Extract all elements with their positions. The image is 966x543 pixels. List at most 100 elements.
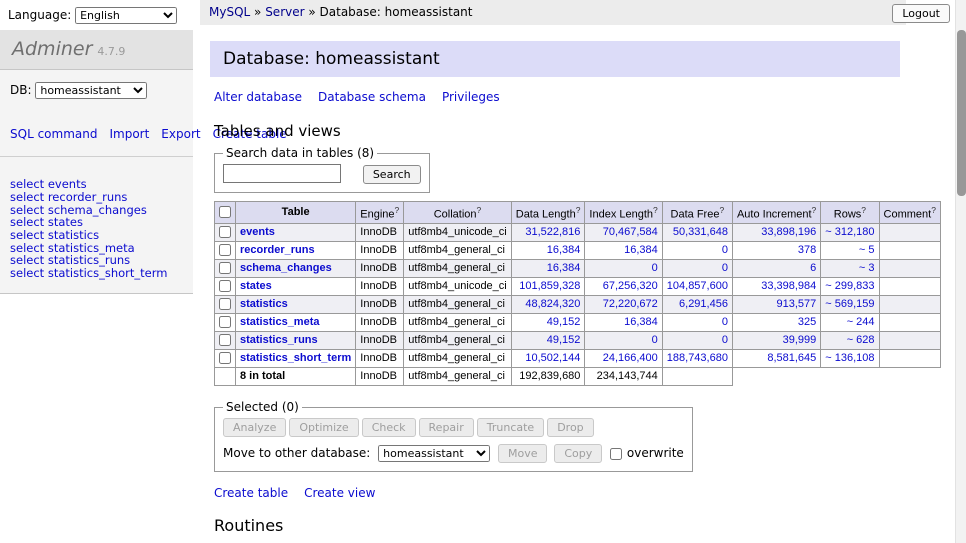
bottom-link-create-view[interactable]: Create view [304, 486, 375, 500]
data-free-link[interactable]: 104,857,600 [667, 280, 728, 292]
auto-increment-link[interactable]: 378 [798, 244, 816, 256]
copy-button[interactable]: Copy [554, 444, 602, 463]
auto-increment-link[interactable]: 6 [810, 262, 816, 274]
check-button[interactable]: Check [362, 418, 416, 437]
move-button[interactable]: Move [498, 444, 548, 463]
rows-cell: ~ 5 [821, 242, 879, 260]
overwrite-checkbox[interactable] [610, 448, 622, 460]
row-checkbox-events[interactable] [219, 226, 231, 238]
data-length-link[interactable]: 48,824,320 [525, 298, 580, 310]
data-free-link[interactable]: 6,291,456 [679, 298, 728, 310]
row-checkbox-statistics[interactable] [219, 298, 231, 310]
column-help-link[interactable]: ? [931, 205, 936, 215]
rows-link[interactable]: ~ 628 [847, 334, 875, 346]
table-name-link-recorder-runs[interactable]: recorder_runs [240, 244, 315, 256]
column-help-link[interactable]: ? [861, 205, 866, 215]
table-name-link-statistics-short-term[interactable]: statistics_short_term [240, 352, 351, 364]
index-length-link[interactable]: 67,256,320 [603, 280, 658, 292]
check-all-checkbox[interactable] [219, 206, 231, 218]
row-checkbox-states[interactable] [219, 280, 231, 292]
table-name-link-statistics[interactable]: statistics [240, 298, 288, 310]
row-checkbox-statistics-short-term[interactable] [219, 352, 231, 364]
scrollbar-thumb[interactable] [957, 30, 966, 196]
rows-link[interactable]: ~ 312,180 [825, 226, 874, 238]
auto-increment-link[interactable]: 913,577 [777, 298, 817, 310]
rows-link[interactable]: ~ 136,108 [825, 352, 874, 364]
search-button[interactable]: Search [363, 165, 421, 184]
index-length-link[interactable]: 70,467,584 [603, 226, 658, 238]
data-length-link[interactable]: 49,152 [547, 316, 581, 328]
repair-button[interactable]: Repair [419, 418, 474, 437]
optimize-button[interactable]: Optimize [289, 418, 358, 437]
language-select[interactable]: English [75, 7, 177, 24]
column-help-link[interactable]: ? [576, 205, 581, 215]
data-free-link[interactable]: 188,743,680 [667, 352, 728, 364]
data-length-link[interactable]: 10,502,144 [525, 352, 580, 364]
index-length-link[interactable]: 16,384 [624, 316, 658, 328]
sidebar-table-select-statistics[interactable]: select statistics [10, 229, 183, 242]
index-length-link[interactable]: 16,384 [624, 244, 658, 256]
table-name-link-statistics-runs[interactable]: statistics_runs [240, 334, 318, 346]
column-help-link[interactable]: ? [477, 205, 482, 215]
column-help-link[interactable]: ? [653, 205, 658, 215]
bottom-link-create-table[interactable]: Create table [214, 486, 288, 500]
rows-link[interactable]: ~ 5 [859, 244, 875, 256]
rows-link[interactable]: ~ 569,159 [825, 298, 874, 310]
breadcrumb-link-mysql[interactable]: MySQL [209, 5, 250, 19]
column-help-link[interactable]: ? [719, 205, 724, 215]
index-length-link[interactable]: 0 [652, 334, 658, 346]
data-length-link[interactable]: 31,522,816 [525, 226, 580, 238]
auto-increment-link[interactable]: 325 [798, 316, 816, 328]
index-length-link[interactable]: 24,166,400 [603, 352, 658, 364]
data-length-link[interactable]: 49,152 [547, 334, 581, 346]
check-all-cell [215, 201, 236, 224]
column-help-link[interactable]: ? [812, 205, 817, 215]
sidebar-action-export[interactable]: Export [161, 127, 200, 141]
sidebar-table-select-recorder-runs[interactable]: select recorder_runs [10, 191, 183, 204]
data-length-link[interactable]: 16,384 [547, 262, 581, 274]
data-free-link[interactable]: 50,331,648 [673, 226, 728, 238]
index-length-link[interactable]: 72,220,672 [603, 298, 658, 310]
column-help-link[interactable]: ? [395, 205, 400, 215]
data-free-link[interactable]: 0 [722, 262, 728, 274]
sidebar-table-list: select eventsselect recorder_runsselect … [0, 169, 193, 293]
search-input[interactable] [223, 164, 341, 183]
nav-link-alter-database[interactable]: Alter database [214, 90, 302, 104]
rows-link[interactable]: ~ 299,833 [825, 280, 874, 292]
sidebar-table-select-events[interactable]: select events [10, 178, 183, 191]
breadcrumb-link-server[interactable]: Server [265, 5, 304, 19]
table-name-link-statistics-meta[interactable]: statistics_meta [240, 316, 320, 328]
move-db-select[interactable]: homeassistant [378, 445, 490, 462]
table-name-link-states[interactable]: states [240, 280, 272, 292]
sidebar-action-sql-command[interactable]: SQL command [10, 127, 97, 141]
sidebar-table-select-statistics-short-term[interactable]: select statistics_short_term [10, 267, 183, 280]
data-length-link[interactable]: 101,859,328 [519, 280, 580, 292]
row-checkbox-statistics-meta[interactable] [219, 316, 231, 328]
data-free-link[interactable]: 0 [722, 316, 728, 328]
data-length-link[interactable]: 16,384 [547, 244, 581, 256]
data-free-link[interactable]: 0 [722, 334, 728, 346]
auto-increment-link[interactable]: 39,999 [783, 334, 817, 346]
analyze-button[interactable]: Analyze [223, 418, 286, 437]
truncate-button[interactable]: Truncate [477, 418, 544, 437]
sidebar-action-import[interactable]: Import [109, 127, 149, 141]
row-checkbox-statistics-runs[interactable] [219, 334, 231, 346]
db-select[interactable]: homeassistant [35, 82, 147, 99]
scrollbar-track[interactable] [955, 0, 966, 543]
row-checkbox-recorder-runs[interactable] [219, 244, 231, 256]
index-length-link[interactable]: 0 [652, 262, 658, 274]
nav-link-database-schema[interactable]: Database schema [318, 90, 426, 104]
drop-button[interactable]: Drop [547, 418, 593, 437]
row-checkbox-schema-changes[interactable] [219, 262, 231, 274]
adminer-logo[interactable]: Adminer4.7.9 [0, 30, 193, 70]
rows-link[interactable]: ~ 244 [847, 316, 875, 328]
nav-link-privileges[interactable]: Privileges [442, 90, 500, 104]
auto-increment-link[interactable]: 8,581,645 [767, 352, 816, 364]
data-free-link[interactable]: 0 [722, 244, 728, 256]
table-name-link-events[interactable]: events [240, 226, 275, 238]
logout-button[interactable]: Logout [892, 4, 950, 23]
auto-increment-link[interactable]: 33,398,984 [761, 280, 816, 292]
table-name-link-schema-changes[interactable]: schema_changes [240, 262, 332, 274]
rows-link[interactable]: ~ 3 [859, 262, 875, 274]
auto-increment-link[interactable]: 33,898,196 [761, 226, 816, 238]
